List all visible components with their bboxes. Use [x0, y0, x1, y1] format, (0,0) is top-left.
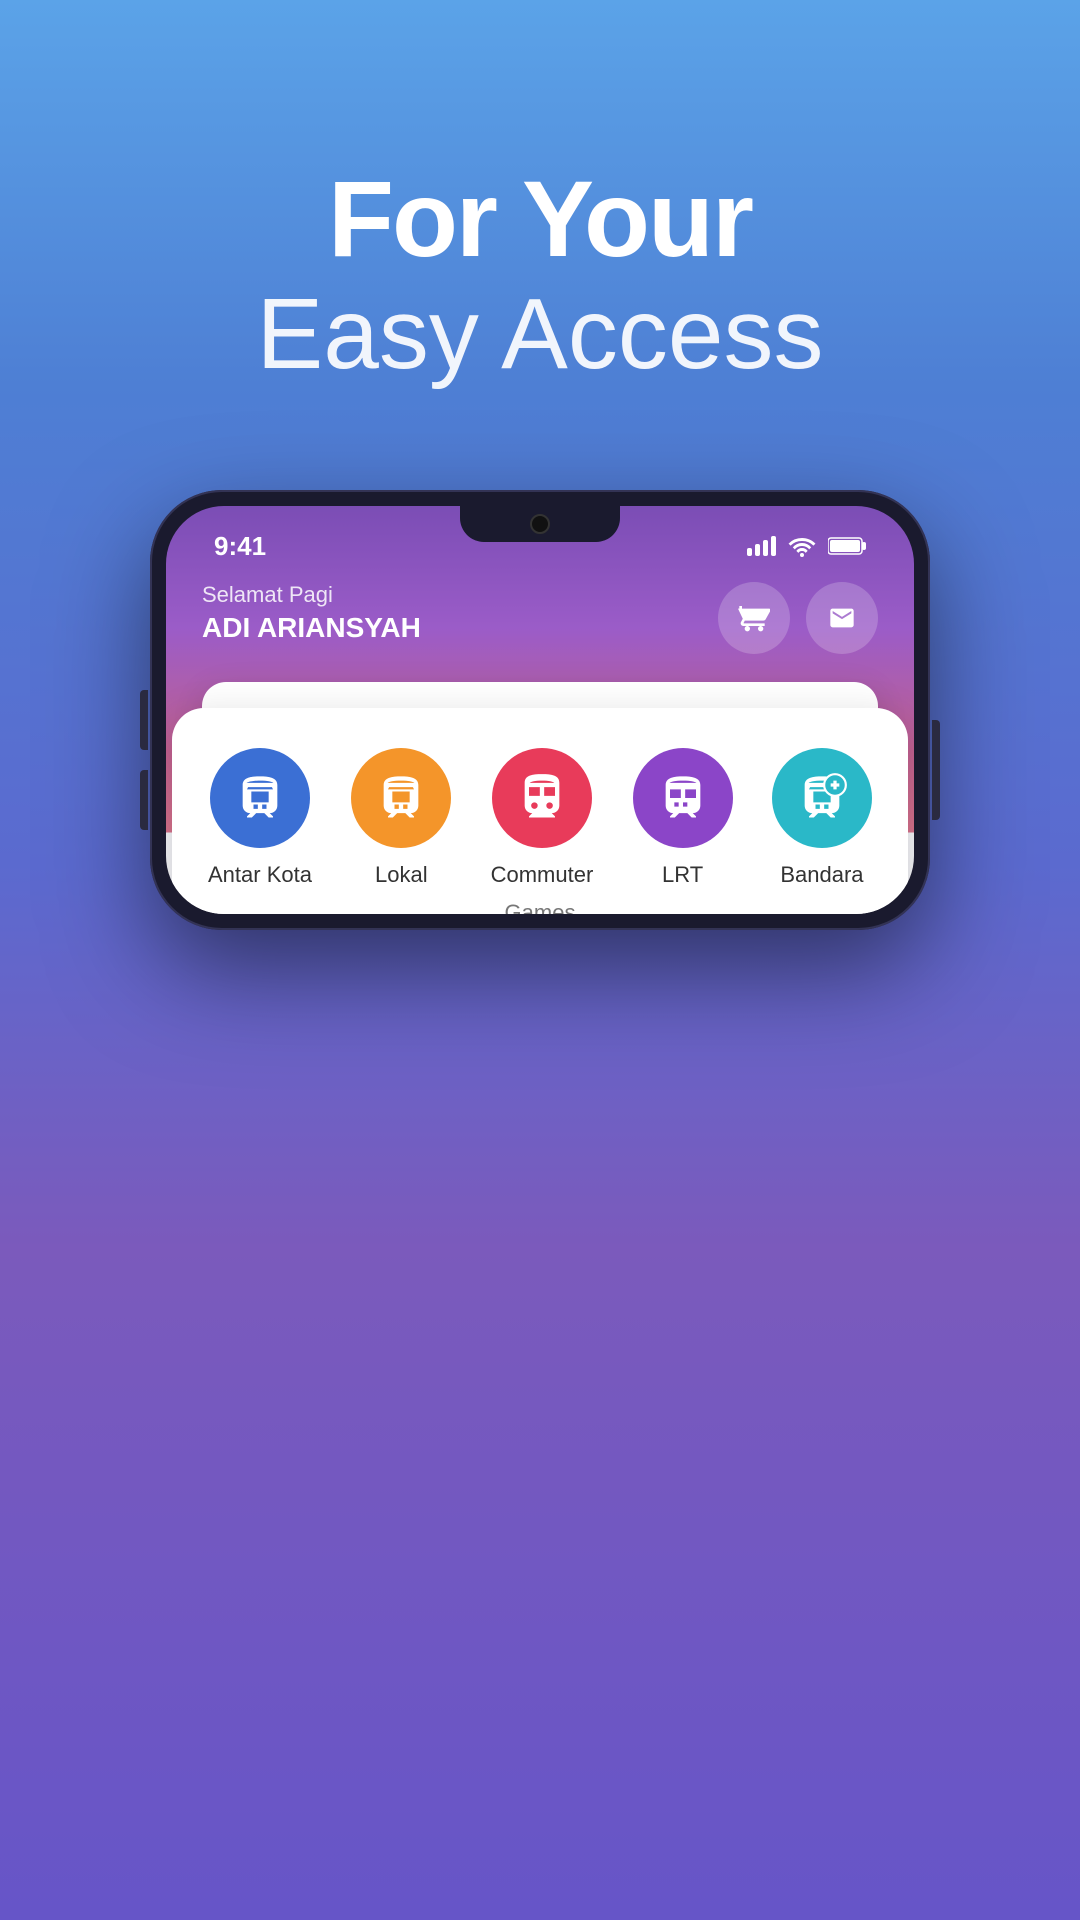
phone-notch	[460, 506, 620, 542]
antar-kota-label: Antar Kota	[208, 862, 312, 888]
commuter-label: Commuter	[491, 862, 594, 888]
battery-icon	[828, 536, 866, 556]
camera	[530, 514, 550, 534]
phone-screen: 9:41	[166, 506, 914, 914]
hero-title-bold: For Your	[0, 160, 1080, 279]
service-commuter[interactable]: Commuter	[491, 748, 594, 888]
games-label: Games	[208, 888, 872, 914]
cart-icon	[738, 602, 770, 634]
app-header: Selamat Pagi ADI ARIANSYAH	[202, 582, 878, 654]
lrt-icon	[633, 748, 733, 848]
antar-kota-icon	[210, 748, 310, 848]
service-lokal[interactable]: Lokal	[351, 748, 451, 888]
hero-title-light: Easy Access	[0, 279, 1080, 389]
user-name: ADI ARIANSYAH	[202, 612, 421, 644]
cart-button[interactable]	[718, 582, 790, 654]
signal-icon	[747, 536, 776, 556]
commuter-icon	[492, 748, 592, 848]
phone-frame: 9:41	[150, 490, 930, 930]
header-icons	[718, 582, 878, 654]
train-icon	[234, 772, 286, 824]
service-lrt[interactable]: LRT	[633, 748, 733, 888]
phone-mockup: 9:41	[150, 490, 930, 930]
hero-section: For Your Easy Access	[0, 160, 1080, 389]
commuter-train-icon	[516, 772, 568, 824]
mail-icon	[826, 604, 858, 632]
app-content: Selamat Pagi ADI ARIANSYAH	[166, 566, 914, 914]
user-info: Selamat Pagi ADI ARIANSYAH	[202, 582, 421, 644]
bandara-train-icon	[796, 772, 848, 824]
lrt-train-icon	[657, 772, 709, 824]
bandara-label: Bandara	[780, 862, 863, 888]
status-time: 9:41	[214, 531, 266, 562]
service-antar-kota[interactable]: Antar Kota	[208, 748, 312, 888]
service-bandara[interactable]: Bandara	[772, 748, 872, 888]
wifi-icon	[788, 535, 816, 557]
mail-button[interactable]	[806, 582, 878, 654]
lokal-label: Lokal	[375, 862, 428, 888]
lokal-icon	[351, 748, 451, 848]
status-icons	[747, 535, 866, 557]
services-panel: Antar Kota Lokal	[172, 708, 908, 914]
lrt-label: LRT	[662, 862, 703, 888]
lokal-train-icon	[375, 772, 427, 824]
greeting-text: Selamat Pagi	[202, 582, 421, 608]
bandara-icon	[772, 748, 872, 848]
services-grid: Antar Kota Lokal	[208, 748, 872, 888]
